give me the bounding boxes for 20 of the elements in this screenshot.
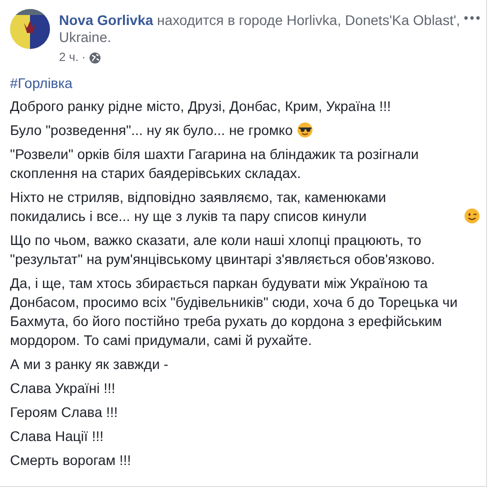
sunglasses-emoji-icon: [296, 122, 313, 138]
post-paragraph: "Розвели" орків біля шахти Гагарина на бліндажик та розігнали скоплення на старих баядерівських складах.: [10, 145, 420, 183]
avatar-icon[interactable]: [10, 9, 50, 49]
post-header-text: Nova Gorlivka находится в городе Horlivka, Donets'Ka Oblast', Ukraine.: [59, 12, 460, 45]
hashtag-link[interactable]: #Горлівка: [10, 74, 72, 92]
post-paragraph: Смерть ворогам !!!: [10, 451, 132, 470]
globe-icon: [88, 52, 101, 64]
post-paragraph: А ми з ранку як завжди -: [10, 355, 170, 374]
post-paragraph: Доброго ранку рідне місто, Друзі, Донбас, Крим, Україна !!!: [10, 97, 392, 116]
more-options-icon[interactable]: [464, 16, 480, 20]
post-paragraph: Було "розведення"... ну як було... не громко: [10, 121, 293, 140]
post-paragraph: Да, і ще, там хтось збирається паркан будувати між Україною та Донбасом, просимо всіх "будівельників" сюди, хоча б до Торецька чи Бахмута, бо його постійно треба рухать до кордона з ерефійським мордором. То самі придумали, самі й рухайте.: [10, 274, 459, 350]
post-paragraph: Що по чьом, важко сказати, але коли наші хлопці працюють, то "результат" на рум'янцівському цвинтарі з'являється обов'язково.: [10, 231, 436, 269]
winking-emoji-icon: [464, 208, 480, 224]
post-time[interactable]: 2 ч.: [59, 49, 79, 66]
post-paragraph: Героям Слава !!!: [10, 403, 119, 422]
separator: ·: [82, 49, 86, 66]
post-paragraph: Слава Україні !!!: [10, 379, 116, 398]
post-paragraph: Ніхто не стриляв, відповідно заявляємо, так, каменюками покидались і все... ну ще з луків та пару списов кинули: [10, 188, 388, 226]
post-paragraph: Слава Нації !!!: [10, 427, 104, 446]
